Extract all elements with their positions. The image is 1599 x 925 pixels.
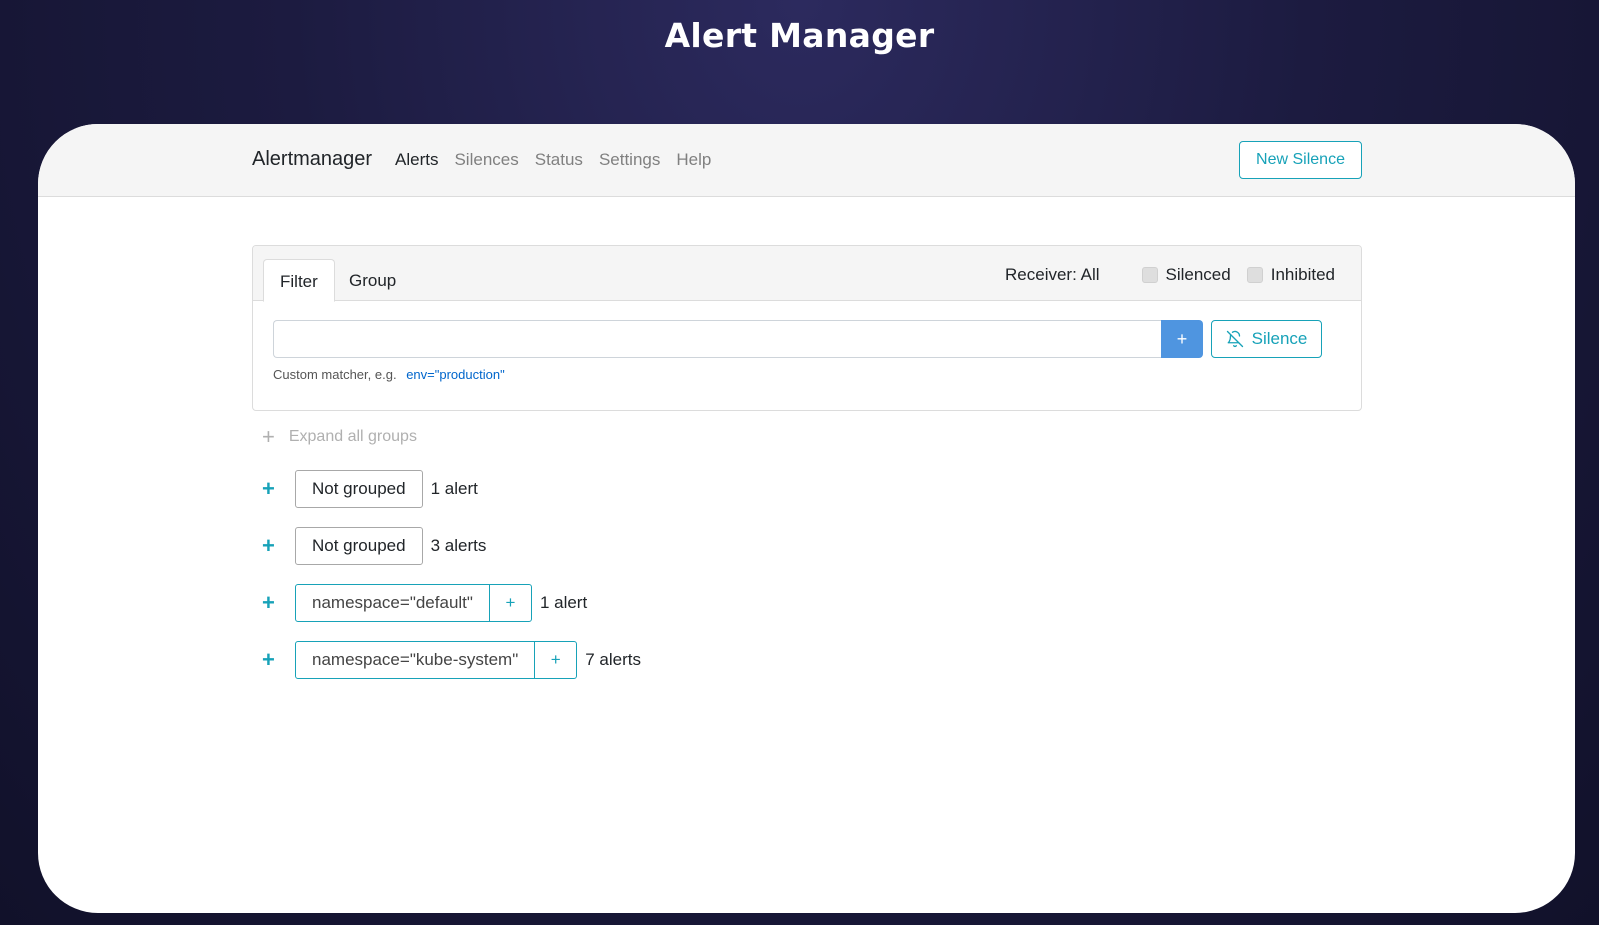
group-alert-count: 1 alert [539, 593, 588, 612]
filter-input[interactable] [273, 320, 1161, 358]
filter-card-header: Filter Group Receiver: All Silenced Inhi… [253, 246, 1361, 302]
inhibited-toggle[interactable]: Inhibited [1246, 265, 1335, 285]
expand-group-icon[interactable]: + [262, 592, 295, 614]
group-alert-count: 3 alerts [430, 536, 487, 555]
filter-card: Filter Group Receiver: All Silenced Inhi… [252, 245, 1362, 411]
plus-icon: + [262, 424, 275, 449]
matcher-help-text: Custom matcher, e.g. [273, 367, 397, 382]
group-row: + Not grouped 3 alerts [262, 527, 486, 565]
expand-group-icon[interactable]: + [262, 535, 295, 557]
page-title: Alert Manager [664, 16, 935, 55]
add-matcher-to-filter-button[interactable]: + [534, 642, 576, 678]
nav-alerts[interactable]: Alerts [395, 150, 438, 170]
brand[interactable]: Alertmanager [252, 148, 372, 171]
new-silence-button[interactable]: New Silence [1239, 141, 1362, 179]
group-matcher-label[interactable]: namespace="kube-system" [296, 642, 534, 678]
filter-options: Receiver: All Silenced Inhibited [1005, 265, 1335, 285]
silenced-toggle[interactable]: Silenced [1141, 265, 1231, 285]
nav-settings[interactable]: Settings [599, 150, 660, 170]
group-row: + Not grouped 1 alert [262, 470, 478, 508]
add-matcher-to-filter-button[interactable]: + [488, 585, 531, 621]
group-matcher: namespace="kube-system" + [295, 641, 578, 679]
group-label: Not grouped [295, 527, 423, 565]
nav-help[interactable]: Help [676, 150, 711, 170]
silenced-checkbox[interactable] [1141, 267, 1158, 283]
navbar: Alertmanager Alerts Silences Status Sett… [38, 124, 1575, 197]
expand-group-icon[interactable]: + [262, 649, 295, 671]
expand-all-label: Expand all groups [288, 428, 417, 445]
browser-frame: Alertmanager Alerts Silences Status Sett… [38, 124, 1575, 913]
group-label: Not grouped [295, 470, 423, 508]
inhibited-checkbox[interactable] [1246, 267, 1263, 283]
matcher-help: Custom matcher, e.g. env="production" [273, 367, 505, 382]
receiver-dropdown[interactable]: Receiver: All [1005, 265, 1099, 285]
tab-group[interactable]: Group [333, 259, 412, 302]
nav-status[interactable]: Status [535, 150, 583, 170]
nav-links: Alerts Silences Status Settings Help [395, 150, 727, 170]
group-row: + namespace="default" + 1 alert [262, 584, 587, 622]
add-matcher-button[interactable]: + [1161, 320, 1203, 358]
group-row: + namespace="kube-system" + 7 alerts [262, 641, 641, 679]
expand-all-groups[interactable]: + Expand all groups [262, 426, 417, 448]
matcher-help-example[interactable]: env="production" [406, 367, 505, 382]
silence-button[interactable]: Silence [1211, 320, 1322, 358]
group-matcher-label[interactable]: namespace="default" [296, 585, 489, 621]
bell-slash-icon [1226, 330, 1243, 348]
nav-silences[interactable]: Silences [454, 150, 518, 170]
expand-group-icon[interactable]: + [262, 478, 295, 500]
group-alert-count: 7 alerts [585, 650, 641, 669]
silenced-label: Silenced [1165, 265, 1231, 284]
group-matcher: namespace="default" + [295, 584, 532, 622]
group-alert-count: 1 alert [430, 479, 478, 498]
inhibited-label: Inhibited [1270, 265, 1335, 284]
tab-filter[interactable]: Filter [263, 259, 335, 302]
silence-button-label: Silence [1251, 329, 1308, 348]
filter-row: + Silence [273, 320, 1322, 358]
